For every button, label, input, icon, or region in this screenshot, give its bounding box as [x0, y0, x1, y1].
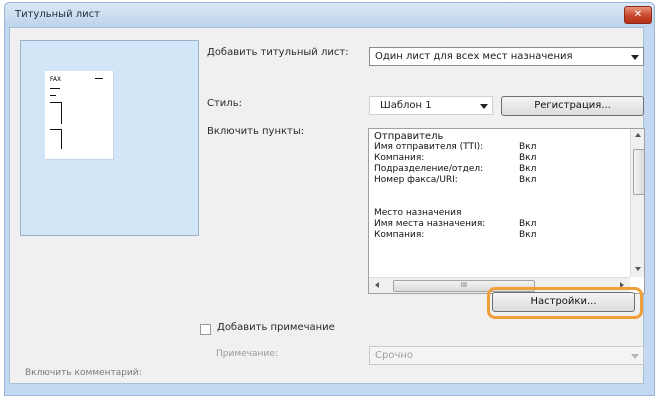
preview-page: FAX [45, 71, 113, 159]
scroll-up-icon[interactable] [635, 133, 641, 137]
add-cover-value: Один лист для всех мест назначения [375, 51, 573, 62]
settings-highlight [487, 287, 643, 319]
list-item-value: Вкл [519, 153, 537, 163]
list-item-value: Вкл [519, 175, 537, 185]
list-item: Номер факса/URI: [374, 175, 458, 185]
list-item: Отправитель [374, 131, 444, 142]
list-item: Подразделение/отдел: [374, 164, 484, 174]
note-select[interactable]: Срочно [369, 346, 644, 365]
preview-line [61, 129, 62, 149]
chevron-down-icon [631, 55, 639, 60]
list-item: Имя отправителя (TTI): [374, 142, 484, 152]
vertical-scrollbar[interactable] [630, 129, 644, 277]
add-cover-label: Добавить титульный лист: [207, 47, 349, 58]
style-label: Стиль: [207, 98, 242, 109]
dialog-content: FAX Добавить титульный лист: Один лист д… [9, 27, 645, 384]
preview-fax-label: FAX [50, 76, 62, 83]
include-comment-label: Включить комментарий: [25, 368, 142, 378]
include-items-list[interactable]: Отправитель Имя отправителя (TTI): Вкл К… [368, 128, 645, 294]
chevron-down-icon [480, 104, 488, 109]
close-button[interactable]: ✕ [624, 6, 652, 24]
list-item: Компания: [374, 230, 425, 240]
preview-line [50, 95, 56, 96]
register-button[interactable]: Регистрация... [501, 96, 644, 116]
list-item: Компания: [374, 153, 425, 163]
add-note-label: Добавить примечание [217, 322, 335, 333]
preview-line [50, 88, 60, 89]
include-items-label: Включить пункты: [207, 126, 305, 137]
grip-icon: III [460, 281, 468, 289]
list-item-value: Вкл [519, 142, 537, 152]
style-value: Шаблон 1 [380, 100, 432, 111]
note-value: Срочно [375, 350, 414, 361]
list-item-value: Вкл [519, 164, 537, 174]
preview-line [61, 102, 62, 124]
cover-preview: FAX [20, 40, 199, 236]
close-icon: ✕ [633, 9, 643, 20]
scroll-left-icon[interactable] [375, 282, 379, 288]
note-label: Примечание: [216, 349, 278, 359]
chevron-down-icon [631, 354, 639, 359]
add-note-checkbox[interactable] [200, 324, 211, 335]
preview-line [95, 78, 103, 79]
title-bar: Титульный лист ✕ [5, 3, 654, 27]
list-item-value: Вкл [519, 230, 537, 240]
window-title: Титульный лист [15, 9, 100, 20]
list-item: Место назначения [374, 208, 462, 218]
list-item-value: Вкл [519, 219, 537, 229]
vertical-scroll-thumb[interactable] [633, 149, 644, 195]
add-cover-select[interactable]: Один лист для всех мест назначения [369, 47, 644, 66]
scroll-down-icon[interactable] [635, 267, 641, 271]
style-select[interactable]: Шаблон 1 [369, 96, 493, 115]
list-item: Имя места назначения: [374, 219, 486, 229]
